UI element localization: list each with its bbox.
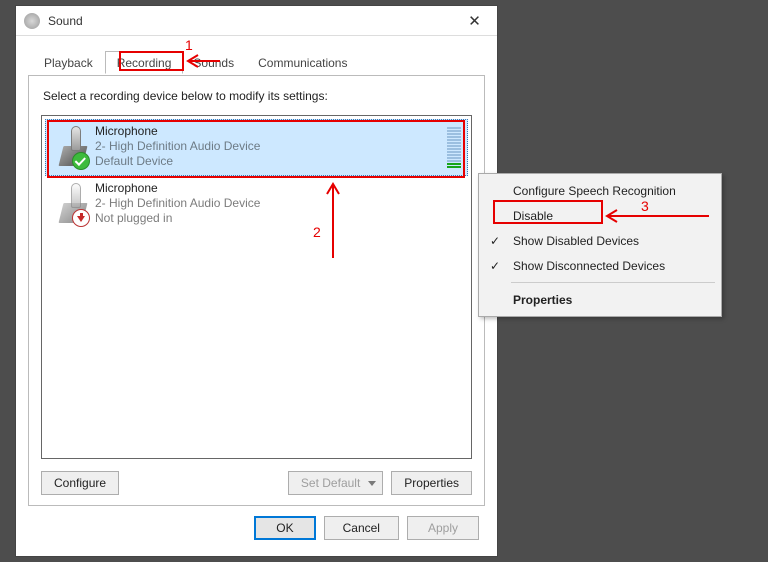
tab-playback[interactable]: Playback <box>32 51 105 74</box>
status-unplugged-icon <box>72 209 90 227</box>
window-title: Sound <box>48 14 83 28</box>
menu-disable[interactable]: Disable <box>481 203 719 228</box>
panel-instruction: Select a recording device below to modif… <box>43 89 472 103</box>
sound-icon <box>24 13 40 29</box>
dialog-content: Playback Recording Sounds Communications… <box>16 36 497 556</box>
set-default-button[interactable]: Set Default <box>288 471 383 495</box>
tab-strip: Playback Recording Sounds Communications <box>32 51 485 74</box>
close-button[interactable]: ✕ <box>452 6 497 36</box>
device-status: Not plugged in <box>95 211 461 226</box>
device-status: Default Device <box>95 154 444 169</box>
titlebar[interactable]: Sound ✕ <box>16 6 497 36</box>
menu-show-disabled[interactable]: Show Disabled Devices <box>481 228 719 253</box>
microphone-icon <box>52 126 92 168</box>
device-subtitle: 2- High Definition Audio Device <box>95 139 444 154</box>
device-text: Microphone 2- High Definition Audio Devi… <box>95 181 461 226</box>
status-ok-icon <box>72 152 90 170</box>
dialog-button-row: OK Cancel Apply <box>28 516 485 556</box>
configure-button[interactable]: Configure <box>41 471 119 495</box>
apply-button[interactable]: Apply <box>407 516 479 540</box>
tab-sounds[interactable]: Sounds <box>181 51 246 74</box>
device-item-selected[interactable]: Microphone 2- High Definition Audio Devi… <box>45 119 468 176</box>
microphone-icon <box>52 183 92 225</box>
ok-button[interactable]: OK <box>254 516 315 540</box>
tab-communications[interactable]: Communications <box>246 51 359 74</box>
volume-meter <box>447 126 461 168</box>
device-item[interactable]: Microphone 2- High Definition Audio Devi… <box>45 176 468 233</box>
properties-button[interactable]: Properties <box>391 471 472 495</box>
sound-dialog: Sound ✕ Playback Recording Sounds Commun… <box>15 5 498 557</box>
device-name: Microphone <box>95 124 444 139</box>
recording-panel: Select a recording device below to modif… <box>28 75 485 506</box>
device-name: Microphone <box>95 181 461 196</box>
panel-button-row: Configure Set Default Properties <box>41 471 472 495</box>
device-subtitle: 2- High Definition Audio Device <box>95 196 461 211</box>
menu-configure-speech[interactable]: Configure Speech Recognition <box>481 178 719 203</box>
context-menu[interactable]: Configure Speech Recognition Disable Sho… <box>478 173 722 317</box>
cancel-button[interactable]: Cancel <box>324 516 399 540</box>
device-list[interactable]: Microphone 2- High Definition Audio Devi… <box>41 115 472 459</box>
menu-properties[interactable]: Properties <box>481 287 719 312</box>
tab-recording[interactable]: Recording <box>105 51 184 74</box>
device-text: Microphone 2- High Definition Audio Devi… <box>95 124 444 169</box>
menu-separator <box>511 282 715 283</box>
menu-show-disconnected[interactable]: Show Disconnected Devices <box>481 253 719 278</box>
